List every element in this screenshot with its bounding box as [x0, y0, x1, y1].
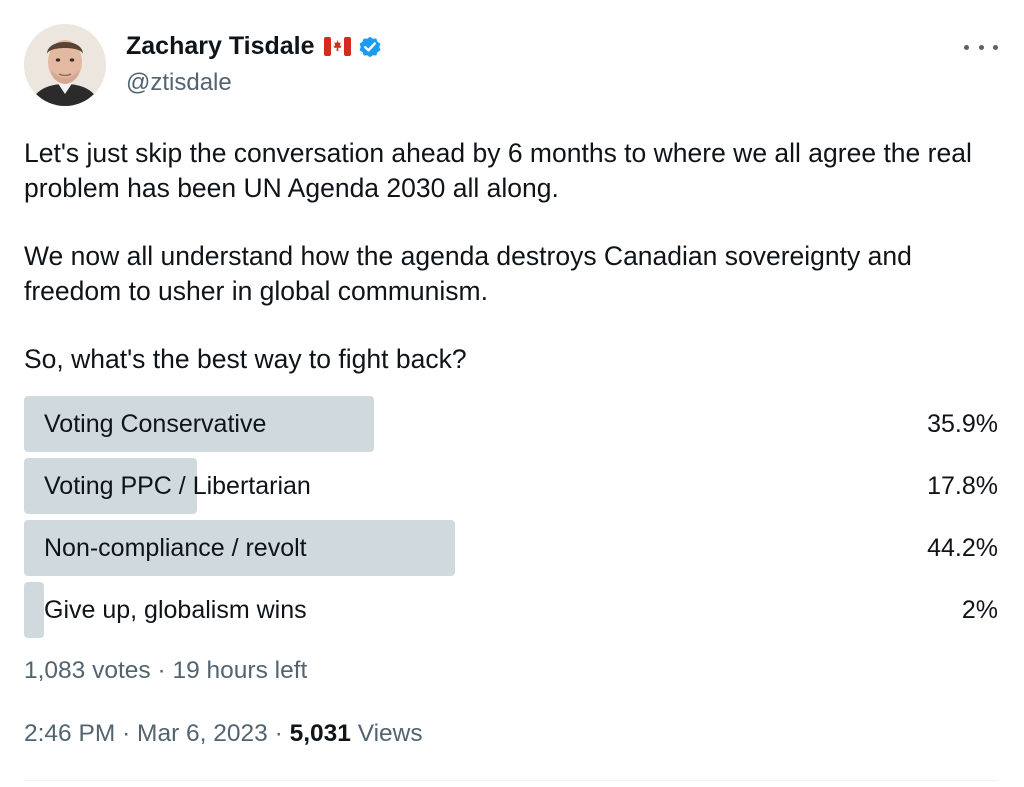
meta-separator: ·	[157, 657, 166, 684]
views-label: Views	[357, 720, 423, 747]
poll-option-label: Voting PPC / Libertarian	[44, 472, 311, 500]
more-dot	[964, 44, 969, 50]
views-count[interactable]: 5,031	[290, 720, 351, 747]
poll-option[interactable]: Voting PPC / Libertarian 17.8%	[24, 458, 998, 514]
verified-badge-icon[interactable]	[357, 34, 383, 60]
poll-bar	[24, 582, 44, 638]
poll-option-percent: 17.8%	[927, 472, 998, 500]
tweet-text: Let's just skip the conversation ahead b…	[24, 136, 999, 377]
poll-option-percent: 2%	[961, 596, 998, 624]
tweet-header: Zachary Tisdale @ztisdale	[24, 22, 1004, 112]
poll-meta: 1,083 votes · 19 hours left	[24, 657, 307, 685]
poll-option-label: Give up, globalism wins	[44, 596, 307, 624]
more-dot	[978, 44, 984, 50]
more-dot	[993, 44, 998, 50]
tweet-time[interactable]: 2:46 PM	[24, 720, 115, 747]
canada-flag-icon	[323, 37, 351, 56]
poll-option-label: Non-compliance / revolt	[44, 534, 307, 562]
poll-option-percent: 44.2%	[927, 534, 998, 562]
tweet-paragraph: Let's just skip the conversation ahead b…	[24, 138, 972, 203]
poll: Voting Conservative 35.9% Voting PPC / L…	[24, 396, 998, 644]
poll-option[interactable]: Non-compliance / revolt 44.2%	[24, 520, 998, 576]
avatar[interactable]	[24, 24, 106, 106]
meta-separator: ·	[274, 720, 283, 747]
tweet-timestamp: 2:46 PM · Mar 6, 2023 · 5,031 Views	[24, 720, 423, 748]
user-handle[interactable]: @ztisdale	[126, 69, 232, 97]
more-options-icon[interactable]	[964, 34, 998, 60]
poll-time-left: 19 hours left	[172, 657, 308, 684]
tweet-date[interactable]: Mar 6, 2023	[137, 720, 268, 747]
tweet-paragraph: We now all understand how the agenda des…	[24, 241, 912, 306]
poll-option-percent: 35.9%	[927, 410, 998, 438]
divider	[24, 780, 998, 781]
meta-separator: ·	[122, 720, 131, 747]
tweet-paragraph: So, what's the best way to fight back?	[24, 344, 467, 374]
display-name[interactable]: Zachary Tisdale	[126, 32, 315, 61]
name-row: Zachary Tisdale	[126, 32, 383, 61]
poll-votes: 1,083 votes	[24, 657, 151, 684]
poll-option-label: Voting Conservative	[44, 410, 267, 438]
poll-option[interactable]: Voting Conservative 35.9%	[24, 396, 998, 452]
poll-option[interactable]: Give up, globalism wins 2%	[24, 582, 998, 638]
